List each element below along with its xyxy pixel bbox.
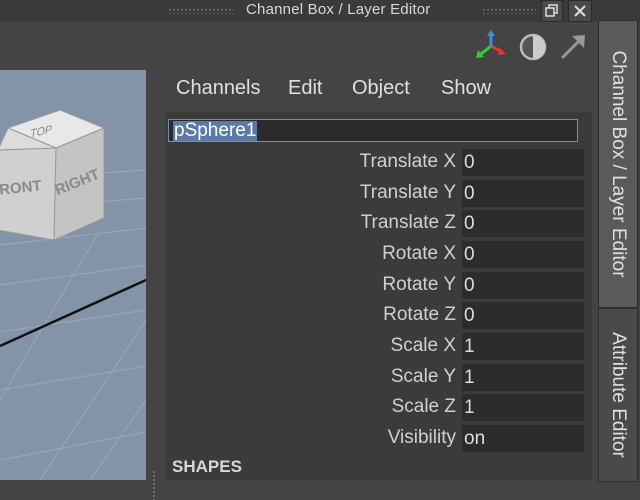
channel-label-translate-z[interactable]: Translate Z [361,212,456,234]
tab-channel-box-layer-editor[interactable]: Channel Box / Layer Editor [598,20,638,308]
channel-value-translate-x[interactable]: 0 [462,149,584,176]
restore-icon [545,4,558,17]
axis-manipulator-icon[interactable] [476,30,506,60]
menu-channels[interactable]: Channels [176,77,261,100]
viewport-3d[interactable]: TOP FRONT RIGHT [0,70,146,480]
drag-grip-left[interactable] [168,8,234,14]
channel-label-rotate-y[interactable]: Rotate Y [382,274,456,296]
display-mode-icon[interactable] [518,32,548,62]
close-icon [574,5,586,17]
splitter-grip[interactable] [152,470,156,500]
channel-value-rotate-z[interactable]: 0 [462,302,584,329]
menu-show[interactable]: Show [441,77,491,100]
side-tab-bar: Channel Box / Layer Editor Attribute Edi… [598,20,640,482]
tab-attribute-editor-label: Attribute Editor [608,332,629,458]
channel-value-scale-z[interactable]: 1 [462,394,584,421]
channel-value-rotate-x[interactable]: 0 [462,241,584,268]
panel-title-bar: Channel Box / Layer Editor [0,0,640,22]
channel-value-translate-z[interactable]: 0 [462,210,584,237]
channel-label-scale-z[interactable]: Scale Z [392,396,456,418]
tab-attribute-editor[interactable]: Attribute Editor [598,308,638,482]
channel-label-scale-x[interactable]: Scale X [391,335,456,357]
node-name-field[interactable]: pSphere1 [168,119,578,142]
channel-label-translate-x[interactable]: Translate X [360,151,456,173]
channel-value-visibility[interactable]: on [462,425,584,452]
menu-object[interactable]: Object [352,77,410,100]
channel-value-scale-x[interactable]: 1 [462,333,584,360]
channel-label-rotate-z[interactable]: Rotate Z [383,304,456,326]
shapes-section-header[interactable]: SHAPES [172,457,242,477]
restore-button[interactable] [541,0,563,22]
node-name-text: pSphere1 [173,120,258,141]
channel-box-menu-bar: Channels Edit Object Show [164,72,604,106]
panel-title: Channel Box / Layer Editor [246,1,431,18]
viewport-grid [0,109,146,480]
drag-grip-right[interactable] [482,8,536,14]
channel-label-translate-y[interactable]: Translate Y [360,182,456,204]
channel-box: pSphere1 Translate X 0 Translate Y 0 Tra… [166,112,592,480]
tab-channel-box-label: Channel Box / Layer Editor [608,50,629,278]
panel-splitter[interactable] [146,22,164,500]
channel-value-rotate-y[interactable]: 0 [462,272,584,299]
channel-label-visibility[interactable]: Visibility [388,427,456,449]
arrow-icon[interactable] [558,32,588,62]
channel-label-scale-y[interactable]: Scale Y [391,366,456,388]
channel-value-scale-y[interactable]: 1 [462,364,584,391]
channel-value-translate-y[interactable]: 0 [462,180,584,207]
close-button[interactable] [568,0,592,22]
channel-label-rotate-x[interactable]: Rotate X [382,243,456,265]
menu-edit[interactable]: Edit [288,77,322,100]
